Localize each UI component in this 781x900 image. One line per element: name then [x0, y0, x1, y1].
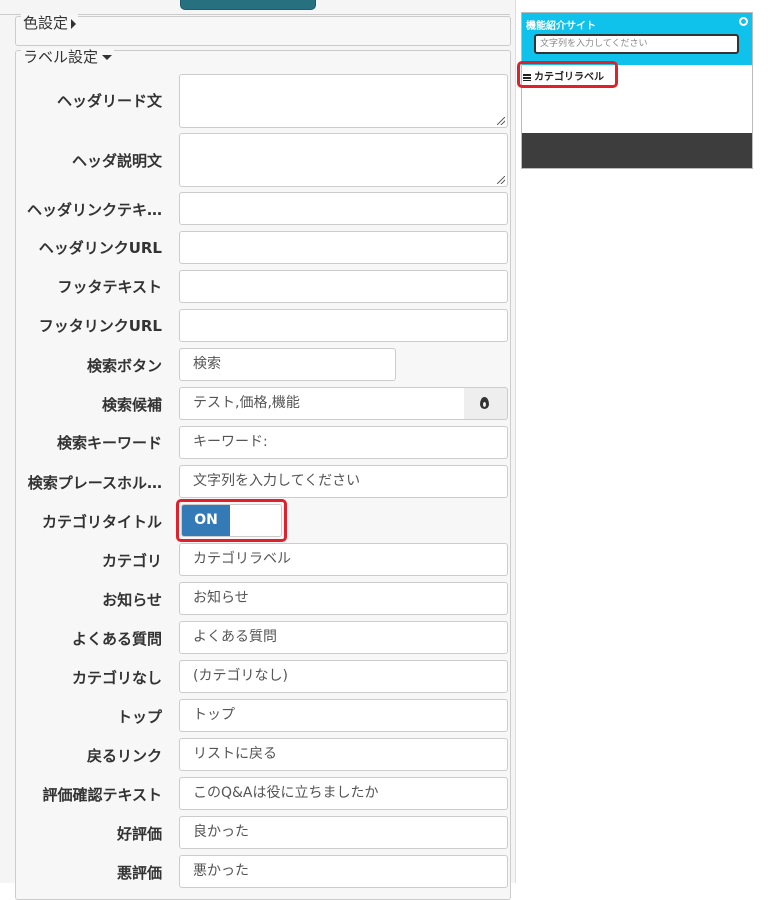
suggest-button[interactable]: [464, 387, 508, 420]
search-placeholder-label: 検索プレースホル…: [27, 474, 162, 492]
save-button[interactable]: [180, 0, 316, 10]
no-category-input[interactable]: (カテゴリなし): [179, 660, 508, 693]
header-desc-label: ヘッダ説明文: [71, 152, 162, 170]
footer-link-url-label: フッタリンクURL: [38, 317, 162, 335]
search-placeholder-input[interactable]: 文字列を入力してください: [179, 465, 508, 498]
resize-grip-icon[interactable]: [497, 117, 505, 125]
faq-input[interactable]: よくある質問: [179, 621, 508, 654]
search-keyword-label: 検索キーワード: [56, 434, 162, 452]
footer-text-label: フッタテキスト: [57, 278, 162, 296]
resize-grip-icon[interactable]: [497, 176, 505, 184]
header-link-text-label: ヘッダリンクテキ…: [26, 201, 162, 219]
no-category-label: カテゴリなし: [71, 669, 162, 687]
good-rating-input[interactable]: 良かった: [179, 816, 508, 849]
color-settings-section: 色設定: [15, 14, 511, 46]
header-link-text-input[interactable]: [179, 192, 508, 225]
header-lead-label: ヘッダリード文: [56, 92, 162, 110]
bad-rating-input[interactable]: 悪かった: [179, 855, 508, 888]
settings-panel: 色設定 ラベル設定 ヘッダリード文 ヘッダ説明文 ヘッダリンクテキ… ヘッダリン…: [0, 0, 516, 900]
category-input[interactable]: カテゴリラベル: [179, 543, 508, 576]
header-link-url-label: ヘッダリンクURL: [38, 239, 162, 257]
preview-search-input: 文字列を入力してください: [534, 34, 739, 54]
caret-right-icon: [71, 18, 77, 29]
search-button-label: 検索ボタン: [86, 357, 162, 375]
back-link-input[interactable]: リストに戻る: [179, 738, 508, 771]
search-candidates-label: 検索候補: [101, 396, 162, 414]
link-icon: [739, 17, 748, 26]
news-input[interactable]: お知らせ: [179, 582, 508, 615]
rating-confirm-input[interactable]: このQ&Aは役に立ちましたか: [179, 777, 508, 810]
category-title-label: カテゴリタイトル: [41, 513, 162, 531]
news-label: お知らせ: [102, 591, 162, 609]
category-label: カテゴリ: [101, 552, 162, 570]
caret-down-icon: [102, 55, 113, 60]
header-lead-textarea[interactable]: [179, 74, 508, 128]
faq-label: よくある質問: [71, 630, 162, 648]
color-settings-title: 色設定: [23, 14, 69, 32]
footer-link-url-input[interactable]: [179, 309, 508, 342]
label-settings-title: ラベル設定: [23, 48, 99, 66]
preview-site-title: 機能紹介サイト: [526, 21, 596, 32]
header-desc-textarea[interactable]: [179, 133, 508, 187]
header-link-url-input[interactable]: [179, 231, 508, 264]
bad-rating-label: 悪評価: [116, 864, 162, 882]
back-link-label: 戻るリンク: [86, 747, 162, 765]
preview-header: 機能紹介サイト 文字列を入力してください: [522, 13, 752, 65]
search-keyword-input[interactable]: キーワード:: [179, 426, 508, 459]
label-settings-toggle[interactable]: ラベル設定: [21, 48, 115, 66]
color-settings-toggle[interactable]: 色設定: [21, 14, 79, 32]
top-input[interactable]: トップ: [179, 699, 508, 732]
footer-text-input[interactable]: [179, 270, 508, 303]
site-preview: 機能紹介サイト 文字列を入力してください カテゴリラベル: [521, 12, 753, 169]
fire-icon: [480, 397, 489, 409]
highlight-box-preview: [517, 61, 618, 88]
preview-footer: [522, 133, 752, 168]
search-button-input[interactable]: 検索: [179, 348, 396, 381]
highlight-box-toggle: [176, 499, 287, 542]
top-label: トップ: [116, 708, 162, 726]
good-rating-label: 好評価: [116, 825, 162, 843]
search-candidates-input[interactable]: テスト,価格,機能: [179, 387, 465, 420]
rating-confirm-label: 評価確認テキスト: [42, 786, 162, 804]
